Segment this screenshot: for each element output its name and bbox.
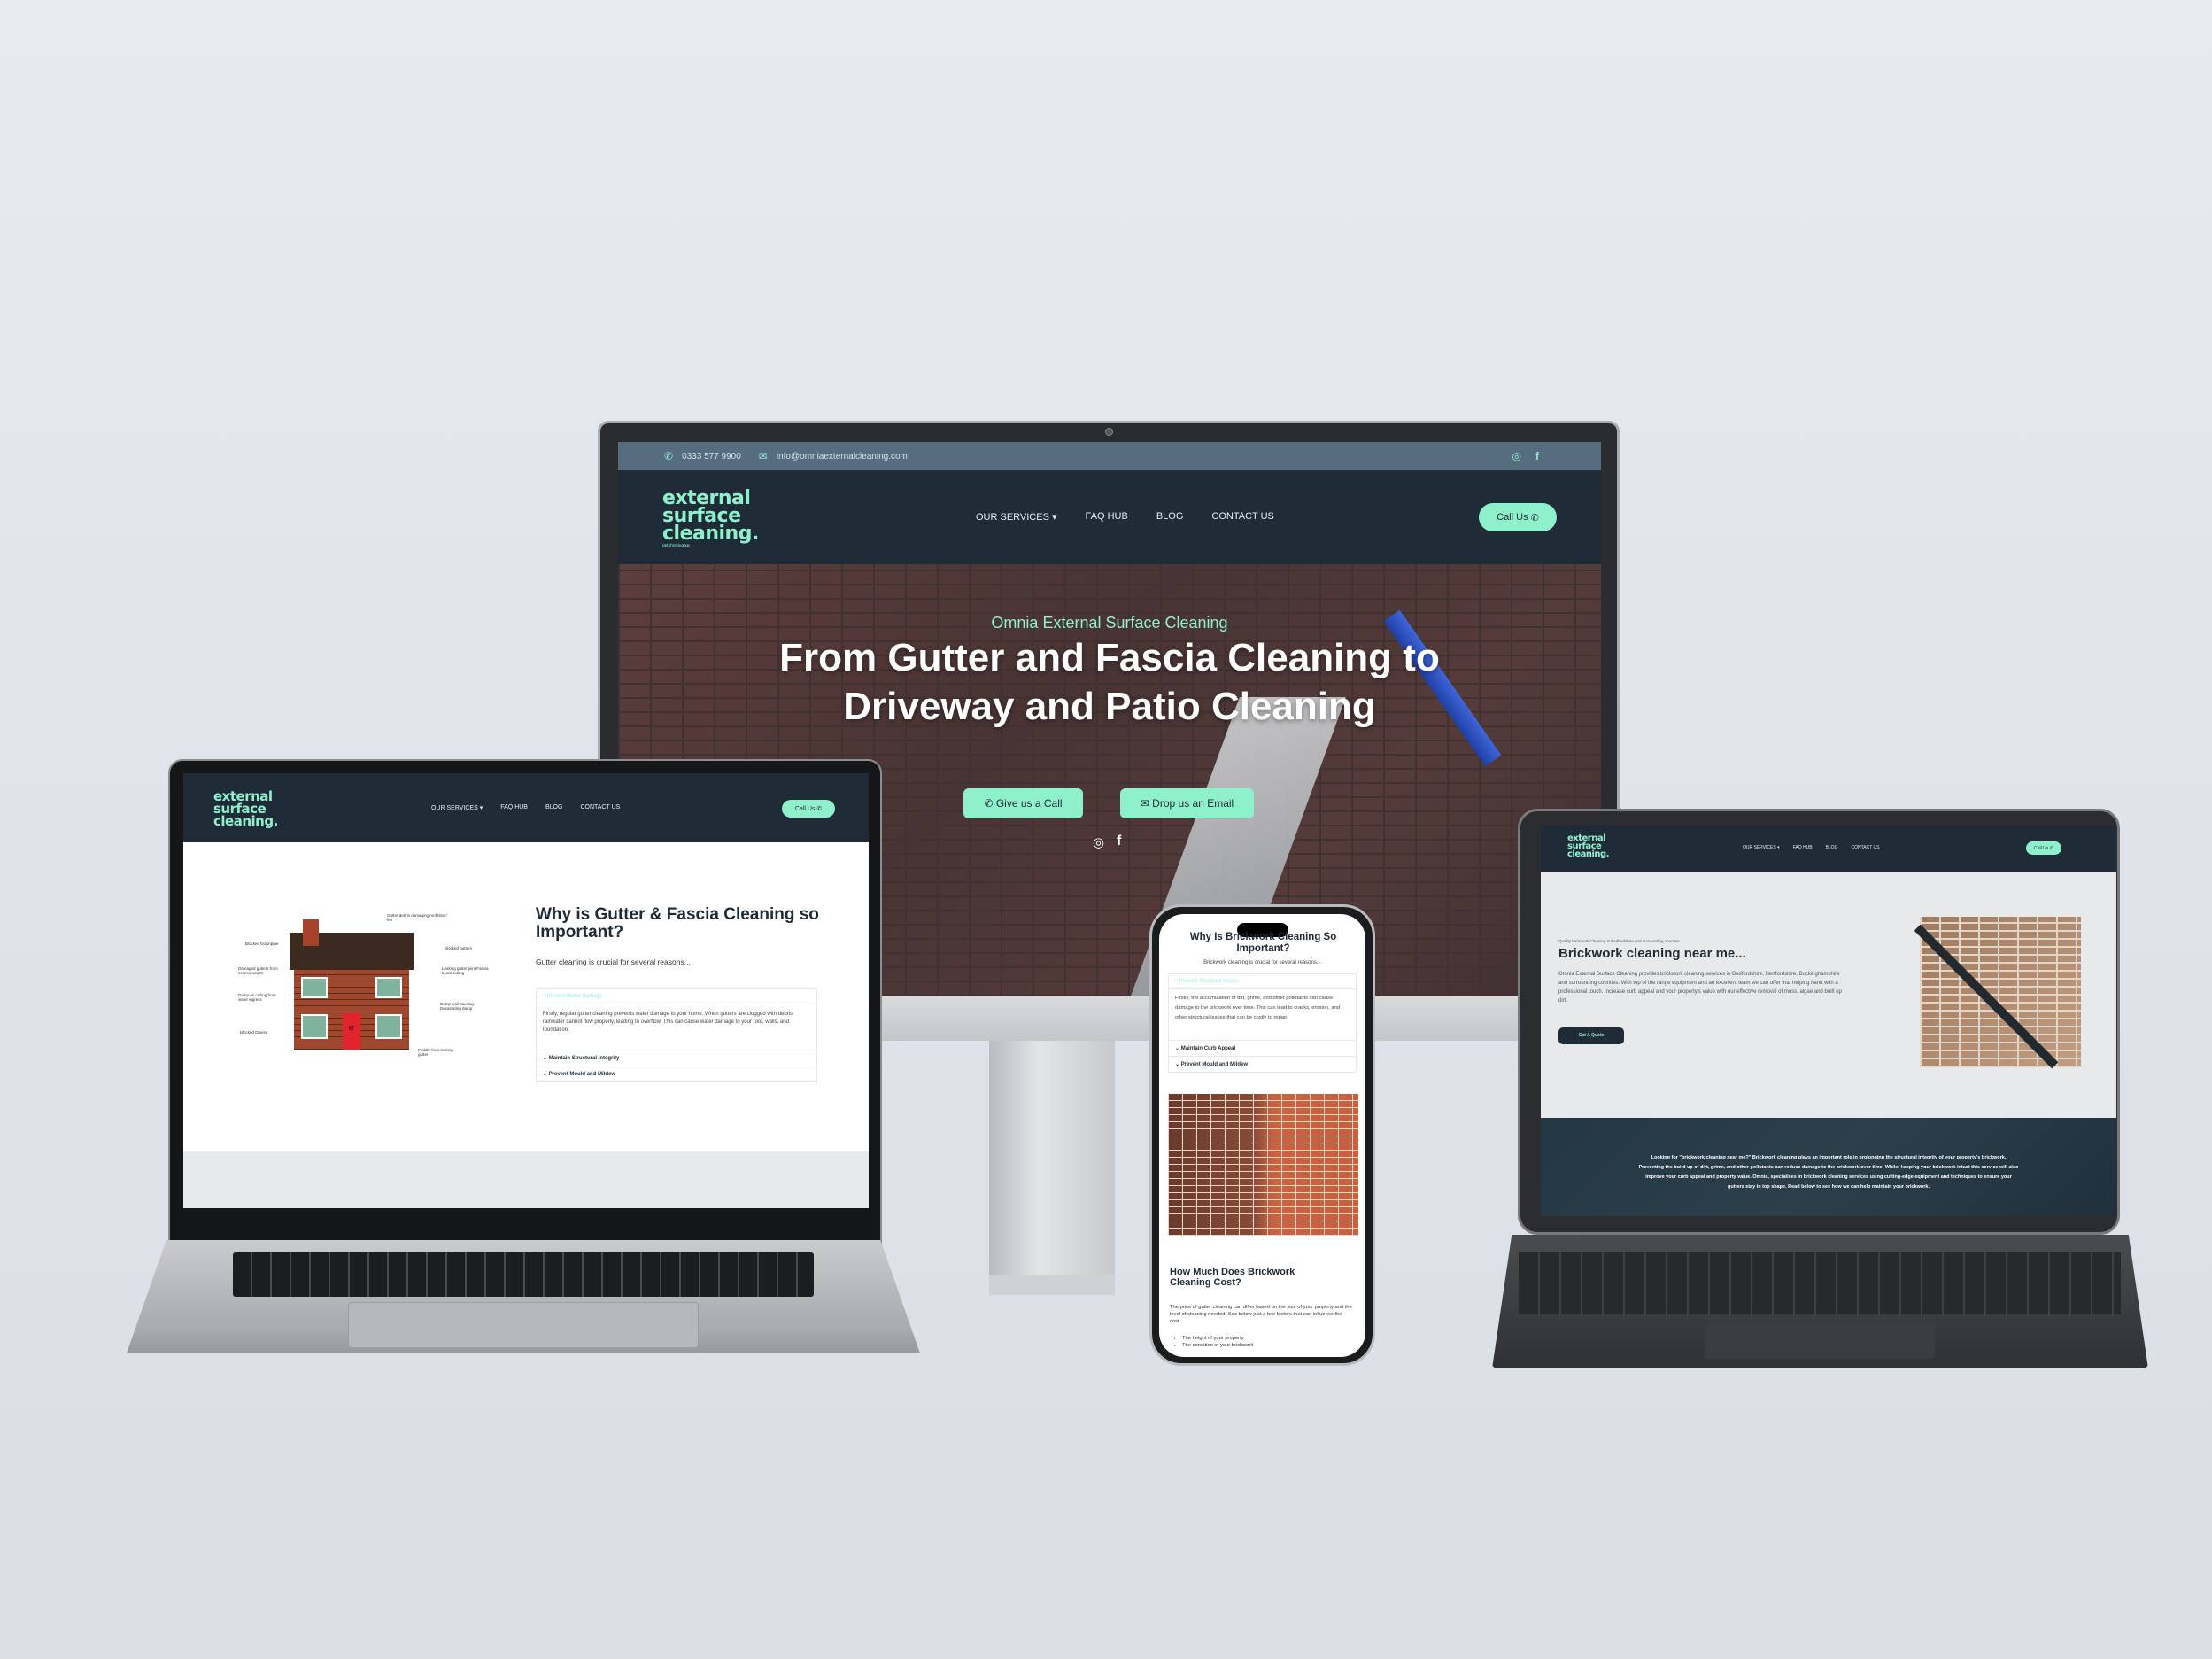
- diagram-label: Blocked Drains: [240, 1030, 267, 1035]
- drop-us-an-email-button[interactable]: ✉ Drop us an Email: [1120, 788, 1254, 818]
- list-item: The condition of your brickwork: [1182, 1342, 1350, 1349]
- site-logo[interactable]: external surface cleaning.: [1567, 833, 1610, 859]
- nav-our-services[interactable]: OUR SERVICES ▾: [976, 511, 1057, 523]
- diagram-label: Blocked Downpipe: [245, 942, 279, 946]
- site-logo[interactable]: external surface cleaning.: [213, 790, 278, 827]
- section-intro: Brickwork cleaning is crucial for severa…: [1203, 960, 1321, 965]
- site-logo[interactable]: external surface cleaning. part of omnia…: [662, 488, 759, 548]
- accordion-item[interactable]: ⌄ Maintain Structural Integrity: [537, 1050, 816, 1066]
- accordion-item[interactable]: ⌄ Prevent Mould and Mildew: [1169, 1056, 1356, 1072]
- house-chimney: [303, 919, 319, 946]
- accordion: ^ Prevent Water Damage Firstly, regular …: [536, 988, 817, 1082]
- logo-line: cleaning.: [662, 523, 759, 546]
- hero-body: Omnia External Surface Cleaning provides…: [1558, 972, 1842, 1004]
- house-door: 67: [343, 1012, 360, 1050]
- hero-eyebrow: Omnia External Surface Cleaning: [991, 614, 1228, 632]
- nav-contact-us[interactable]: CONTACT US: [580, 804, 620, 811]
- nav-contact-us[interactable]: CONTACT US: [1851, 845, 1879, 850]
- nav-faq-hub[interactable]: FAQ HUB: [500, 804, 528, 811]
- cost-heading: How Much Does Brickwork Cleaning Cost?: [1170, 1267, 1295, 1288]
- accordion-body: Firstly, regular gutter cleaning prevent…: [537, 1004, 816, 1050]
- nav-faq-hub[interactable]: FAQ HUB: [1086, 511, 1128, 523]
- site-header: external surface cleaning. part of omnia…: [618, 470, 1601, 564]
- laptop-screen: external surface cleaning. OUR SERVICES ▾ …: [183, 773, 869, 1208]
- phone-screen: Why Is Brickwork Cleaning So Important? …: [1159, 914, 1365, 1357]
- nav-contact-us[interactable]: CONTACT US: [1211, 511, 1274, 523]
- tablet-keyboard: [1492, 1235, 2148, 1368]
- phone-icon: ✆: [984, 797, 996, 810]
- section-intro: Gutter cleaning is crucial for several r…: [536, 957, 691, 966]
- diagram-label: Puddle from leaking gutter: [418, 1048, 453, 1057]
- topbar-phone[interactable]: 0333 577 9900: [682, 452, 741, 461]
- laptop-trackpad: [348, 1302, 699, 1348]
- list-item: The height of your property: [1182, 1335, 1350, 1342]
- main-nav: OUR SERVICES ▾ FAQ HUB BLOG CONTACT US: [976, 511, 1274, 523]
- phone-icon: ✆: [1530, 512, 1539, 523]
- laptop-keyboard: [233, 1252, 814, 1297]
- webcam-icon: [1105, 428, 1113, 436]
- hero-title: From Gutter and Fascia Cleaning to Drive…: [618, 633, 1601, 731]
- monitor-stand-base: [989, 1275, 1115, 1295]
- nav-blog[interactable]: BLOG: [1826, 845, 1838, 850]
- accordion: ^ Prevent Structural Issues Firstly, the…: [1168, 973, 1357, 1073]
- accordion-item[interactable]: ⌄ Maintain Curb Appeal: [1169, 1040, 1356, 1056]
- main-nav: OUR SERVICES ▾ FAQ HUB BLOG CONTACT US: [1743, 845, 1880, 850]
- nav-blog[interactable]: BLOG: [1156, 511, 1184, 523]
- phone-icon: ✆: [664, 450, 674, 462]
- intro-band-text: Looking for "brickwork cleaning near me?…: [1638, 1155, 2019, 1190]
- diagram-label: Damp wall causing Devastating damp: [440, 1002, 474, 1011]
- call-us-button[interactable]: Call Us ✆: [782, 800, 835, 818]
- call-us-button[interactable]: Call Us ✆: [2026, 841, 2061, 855]
- diagram-label: Blocked gutters: [445, 946, 473, 950]
- footer-band: [183, 1151, 869, 1208]
- monitor-stand: [989, 1027, 1115, 1293]
- instagram-icon[interactable]: ◎: [1512, 450, 1521, 462]
- main-nav: OUR SERVICES ▾ FAQ HUB BLOG CONTACT US: [431, 804, 620, 811]
- facebook-icon[interactable]: f: [1117, 833, 1121, 849]
- tablet-keys: [1519, 1252, 2121, 1314]
- facebook-icon[interactable]: f: [1535, 450, 1539, 462]
- diagram-label: Damp on ceiling from water ingress: [238, 993, 276, 1002]
- accordion-item[interactable]: ⌄ Prevent Mould and Mildew: [537, 1066, 816, 1081]
- hero-eyebrow: Quality brickwork Cleaning in Bedfordshi…: [1558, 939, 1680, 943]
- accordion-item-open[interactable]: ^ Prevent Structural Issues: [1169, 974, 1356, 988]
- nav-faq-hub[interactable]: FAQ HUB: [1793, 845, 1813, 850]
- brick-steps-photo: [1168, 1094, 1358, 1236]
- call-us-button[interactable]: Call Us ✆: [1479, 503, 1557, 531]
- nav-our-services[interactable]: OUR SERVICES ▾: [1743, 845, 1780, 850]
- site-header: external surface cleaning. OUR SERVICES ▾ …: [183, 773, 869, 842]
- give-us-a-call-button[interactable]: ✆ Give us a Call: [963, 788, 1083, 818]
- intro-band: Looking for "brickwork cleaning near me?…: [1541, 1118, 2116, 1216]
- tablet-screen: external surface cleaning. OUR SERVICES ▾ …: [1541, 826, 2116, 1216]
- brickwork-photo: [1914, 917, 2081, 1069]
- laptop-base: [127, 1240, 920, 1353]
- gutter-problems-diagram: 67 Gutter debris damaging roof tiles / f…: [236, 913, 502, 1092]
- section-heading: Why Is Brickwork Cleaning So Important?: [1189, 932, 1337, 954]
- site-header: external surface cleaning. OUR SERVICES ▾ …: [1541, 826, 2116, 872]
- accordion-item-open[interactable]: ^ Prevent Water Damage: [537, 989, 816, 1004]
- hero-heading: Brickwork cleaning near me...: [1558, 946, 1746, 961]
- diagram-label: Leaking gutter joint Fascia board rottin…: [442, 966, 489, 975]
- hero-title-line: From Gutter and Fascia Cleaning to: [779, 636, 1440, 679]
- accordion-body: Firstly, the accumulation of dirt, grime…: [1169, 988, 1356, 1040]
- mail-icon: ✉: [1140, 797, 1153, 810]
- house-wall: 67: [294, 970, 409, 1050]
- get-a-quote-button[interactable]: Get A Quote: [1558, 1027, 1624, 1044]
- topbar: ✆ 0333 577 9900 ✉ info@omniaexternalclea…: [618, 442, 1601, 470]
- cost-text: The price of gutter cleaning can differ …: [1170, 1305, 1352, 1324]
- tablet-trackpad: [1705, 1323, 1935, 1359]
- section-heading: Why is Gutter & Fascia Cleaning so Impor…: [536, 905, 819, 942]
- hero-title-line: Driveway and Patio Cleaning: [843, 685, 1376, 728]
- cost-factors-list: The height of your property The conditio…: [1182, 1335, 1350, 1349]
- nav-blog[interactable]: BLOG: [545, 804, 562, 811]
- topbar-email[interactable]: info@omniaexternalcleaning.com: [777, 452, 908, 461]
- instagram-icon[interactable]: ◎: [1093, 834, 1104, 850]
- nav-our-services[interactable]: OUR SERVICES ▾: [431, 804, 483, 811]
- mail-icon: ✉: [758, 450, 768, 462]
- diagram-label: Damaged gutters from excess weight: [238, 966, 278, 975]
- diagram-label: Gutter debris damaging roof tiles / felt: [387, 913, 447, 922]
